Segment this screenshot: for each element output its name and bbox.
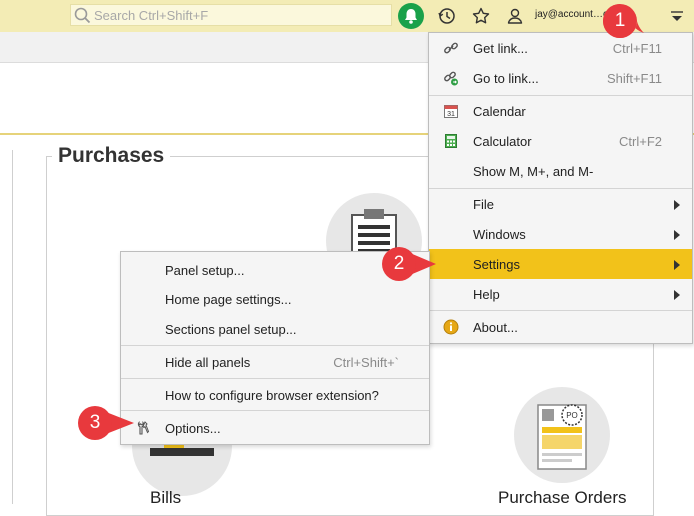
svg-text:PO: PO [566, 411, 578, 420]
menu-item-go-to-link[interactable]: Go to link... Shift+F11 [429, 63, 692, 93]
menu-item-show-m[interactable]: Show M, M+, and M- [429, 156, 692, 186]
top-toolbar: Search Ctrl+Shift+F jay@account…com [0, 0, 694, 32]
bills-label[interactable]: Bills [150, 488, 181, 508]
submenu-arrow-icon [674, 260, 680, 270]
submenu-item-sections-panel-setup[interactable]: Sections panel setup... [121, 313, 429, 343]
purchase-orders-label[interactable]: Purchase Orders [498, 488, 627, 508]
submenu-item-hide-all-panels[interactable]: Hide all panels Ctrl+Shift+` [121, 346, 429, 376]
go-to-link-icon [443, 70, 459, 86]
search-placeholder[interactable]: Search Ctrl+Shift+F [94, 8, 208, 23]
submenu-item-home-page-settings[interactable]: Home page settings... [121, 283, 429, 313]
left-panel-frame [0, 150, 13, 504]
callout-2: 2 [380, 245, 436, 283]
menu-item-get-link[interactable]: Get link... Ctrl+F11 [429, 33, 692, 63]
calculator-icon [443, 133, 459, 149]
star-icon[interactable] [470, 5, 492, 27]
search-box[interactable]: Search Ctrl+Shift+F [70, 4, 392, 26]
purchases-title: Purchases [52, 144, 171, 168]
submenu-arrow-icon [674, 230, 680, 240]
search-icon [73, 5, 93, 25]
main-dropdown-menu: Get link... Ctrl+F11 Go to link... Shift… [428, 32, 693, 344]
link-icon [443, 40, 459, 56]
menu-item-help[interactable]: Help [429, 279, 692, 309]
submenu-arrow-icon [674, 290, 680, 300]
purchase-orders-icon[interactable]: PO [514, 387, 610, 483]
menu-item-calculator[interactable]: Calculator Ctrl+F2 [429, 126, 692, 156]
user-icon[interactable] [504, 5, 526, 27]
calendar-icon: 31 [443, 103, 459, 119]
menu-item-windows[interactable]: Windows [429, 219, 692, 249]
submenu-item-browser-extension[interactable]: How to configure browser extension? [121, 379, 429, 409]
menu-icon[interactable] [668, 7, 686, 25]
wrench-icon [135, 420, 151, 436]
info-icon [443, 319, 459, 335]
menu-item-settings[interactable]: Settings [429, 249, 692, 279]
menu-item-calendar[interactable]: 31 Calendar [429, 96, 692, 126]
submenu-item-options[interactable]: Options... [121, 412, 429, 442]
menu-separator [429, 310, 692, 311]
menu-separator [121, 410, 429, 411]
callout-3: 3 [76, 404, 134, 442]
callout-1: 1 [601, 2, 644, 40]
history-icon[interactable] [436, 5, 458, 27]
submenu-arrow-icon [674, 200, 680, 210]
svg-text:31: 31 [447, 111, 455, 118]
menu-item-about[interactable]: About... [429, 312, 692, 342]
menu-item-file[interactable]: File [429, 189, 692, 219]
bell-icon[interactable] [398, 3, 424, 29]
